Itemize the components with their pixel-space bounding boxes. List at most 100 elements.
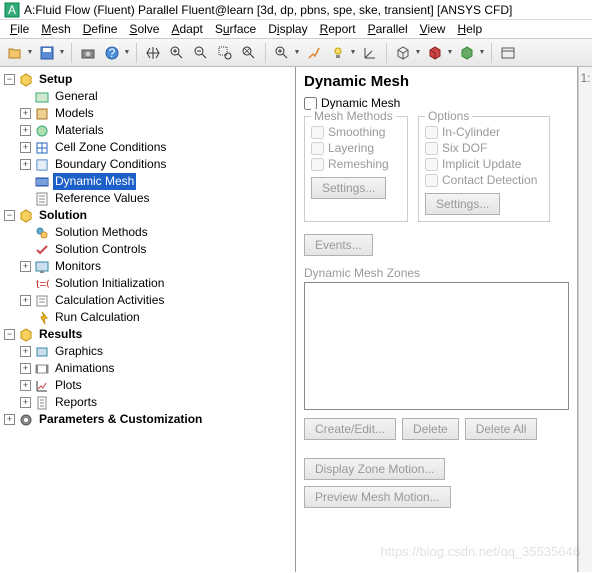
- expand-icon[interactable]: +: [20, 142, 31, 153]
- tree-sc[interactable]: Solution Controls: [53, 241, 148, 258]
- expand-icon[interactable]: +: [20, 363, 31, 374]
- in-cylinder-option: In-Cylinder: [425, 125, 543, 139]
- svg-text:?: ?: [109, 46, 116, 60]
- results-icon: [18, 327, 34, 343]
- dmz-listbox[interactable]: [304, 282, 569, 410]
- menu-display[interactable]: Display: [268, 22, 307, 36]
- app-icon: A: [4, 2, 20, 18]
- zoom-out-icon[interactable]: [190, 42, 212, 64]
- delete-all-button: Delete All: [465, 418, 538, 440]
- dynamic-mesh-check-label: Dynamic Mesh: [321, 96, 400, 110]
- tree-models[interactable]: Models: [53, 105, 96, 122]
- tree-solution[interactable]: Solution: [37, 207, 89, 224]
- tree-ref[interactable]: Reference Values: [53, 190, 152, 207]
- mesh-methods-group: Mesh Methods Smoothing Layering Remeshin…: [304, 116, 408, 222]
- tree-gfx[interactable]: Graphics: [53, 343, 105, 360]
- sm-icon: [34, 225, 50, 241]
- tree-run[interactable]: Run Calculation: [53, 309, 142, 326]
- menu-help[interactable]: Help: [457, 22, 482, 36]
- window-title: A:Fluid Flow (Fluent) Parallel Fluent@le…: [24, 3, 512, 17]
- tree-results[interactable]: Results: [37, 326, 84, 343]
- contact-detection-option: Contact Detection: [425, 173, 543, 187]
- tree-reports[interactable]: Reports: [53, 394, 99, 411]
- iso-icon[interactable]: [456, 42, 478, 64]
- camera-icon[interactable]: [77, 42, 99, 64]
- collapse-icon[interactable]: −: [4, 329, 15, 340]
- create-edit-button: Create/Edit...: [304, 418, 396, 440]
- expand-icon[interactable]: +: [20, 397, 31, 408]
- zoom2-dropdown[interactable]: ▼: [293, 49, 301, 56]
- zoom-in2-icon[interactable]: [271, 42, 293, 64]
- zoom-box-icon[interactable]: [214, 42, 236, 64]
- tree-dynamic-mesh[interactable]: Dynamic Mesh: [53, 173, 136, 190]
- dynamic-mesh-checkbox[interactable]: Dynamic Mesh: [304, 96, 569, 110]
- tree-general[interactable]: General: [53, 88, 100, 105]
- toolbar: ▼ ▼ ? ▼ ▼ ▼ ▼ ▼ ▼: [0, 39, 592, 67]
- menu-surface[interactable]: Surface: [215, 22, 256, 36]
- menu-report[interactable]: Report: [320, 22, 356, 36]
- models-icon: [34, 106, 50, 122]
- six-dof-option: Six DOF: [425, 141, 543, 155]
- save-icon[interactable]: [36, 42, 58, 64]
- axes-icon[interactable]: [359, 42, 381, 64]
- shaded-icon[interactable]: [424, 42, 446, 64]
- graphics-tab-strip[interactable]: 1:: [578, 67, 592, 572]
- menubar: File Mesh Define Solve Adapt Surface Dis…: [0, 20, 592, 39]
- wireframe-dropdown[interactable]: ▼: [414, 49, 422, 56]
- fit-icon[interactable]: [238, 42, 260, 64]
- zoom-in-icon[interactable]: [166, 42, 188, 64]
- shaded-dropdown[interactable]: ▼: [446, 49, 454, 56]
- svg-text:A: A: [8, 3, 16, 17]
- tree-params[interactable]: Parameters & Customization: [37, 411, 204, 428]
- help-dropdown[interactable]: ▼: [123, 49, 131, 56]
- tree-bc[interactable]: Boundary Conditions: [53, 156, 168, 173]
- probe-icon[interactable]: [303, 42, 325, 64]
- save-dropdown[interactable]: ▼: [58, 49, 66, 56]
- expand-icon[interactable]: +: [20, 346, 31, 357]
- tree-ca[interactable]: Calculation Activities: [53, 292, 166, 309]
- expand-icon[interactable]: +: [20, 261, 31, 272]
- smoothing-option: Smoothing: [311, 125, 401, 139]
- iso-dropdown[interactable]: ▼: [478, 49, 486, 56]
- plots-icon: [34, 378, 50, 394]
- pan-icon[interactable]: [142, 42, 164, 64]
- menu-file[interactable]: File: [10, 22, 29, 36]
- expand-icon[interactable]: +: [4, 414, 15, 425]
- expand-icon[interactable]: +: [20, 159, 31, 170]
- tree-czc[interactable]: Cell Zone Conditions: [53, 139, 168, 156]
- expand-icon[interactable]: +: [20, 295, 31, 306]
- light-icon[interactable]: [327, 42, 349, 64]
- expand-icon[interactable]: +: [20, 108, 31, 119]
- tree-plots[interactable]: Plots: [53, 377, 84, 394]
- collapse-icon[interactable]: −: [4, 210, 15, 221]
- menu-parallel[interactable]: Parallel: [368, 22, 408, 36]
- outline-tree[interactable]: − Setup General + Models + Materials + Cell…: [0, 67, 296, 572]
- task-panel: Dynamic Mesh Dynamic Mesh Mesh Methods S…: [296, 67, 578, 572]
- menu-solve[interactable]: Solve: [129, 22, 159, 36]
- open-icon[interactable]: [4, 42, 26, 64]
- tree-setup[interactable]: Setup: [37, 71, 74, 88]
- light-dropdown[interactable]: ▼: [349, 49, 357, 56]
- expand-icon[interactable]: +: [20, 125, 31, 136]
- expand-icon[interactable]: +: [20, 380, 31, 391]
- anim-icon: [34, 361, 50, 377]
- tree-sm[interactable]: Solution Methods: [53, 224, 150, 241]
- collapse-icon[interactable]: −: [4, 74, 15, 85]
- menu-view[interactable]: View: [420, 22, 446, 36]
- open-dropdown[interactable]: ▼: [26, 49, 34, 56]
- menu-define[interactable]: Define: [83, 22, 118, 36]
- tree-materials[interactable]: Materials: [53, 122, 106, 139]
- options-title: Options: [425, 109, 472, 123]
- menu-mesh[interactable]: Mesh: [41, 22, 70, 36]
- materials-icon: [34, 123, 50, 139]
- settings-button: Settings...: [311, 177, 386, 199]
- help-icon[interactable]: ?: [101, 42, 123, 64]
- wireframe-icon[interactable]: [392, 42, 414, 64]
- tree-mon[interactable]: Monitors: [53, 258, 103, 275]
- settings-button-2: Settings...: [425, 193, 500, 215]
- tree-si[interactable]: Solution Initialization: [53, 275, 166, 292]
- view-icon[interactable]: [497, 42, 519, 64]
- menu-adapt[interactable]: Adapt: [171, 22, 202, 36]
- tree-anim[interactable]: Animations: [53, 360, 116, 377]
- dynamic-mesh-check-input[interactable]: [304, 97, 317, 110]
